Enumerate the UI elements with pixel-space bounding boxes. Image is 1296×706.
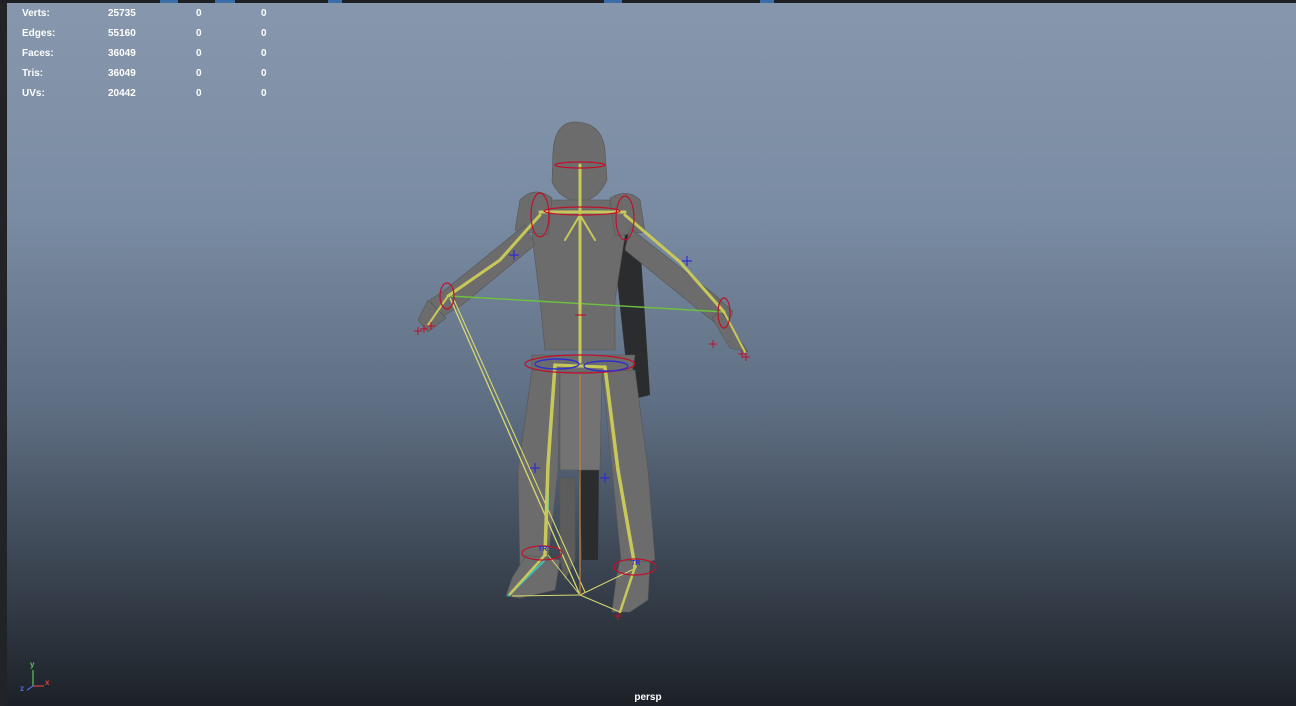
hud-selected-count: 0 [196, 48, 202, 59]
axis-x-label: x [45, 678, 50, 687]
hud-label: UVs: [22, 88, 45, 99]
hud-extra-count: 0 [261, 88, 267, 99]
camera-name-label: persp [634, 692, 662, 703]
hud-extra-count: 0 [261, 28, 267, 39]
hud-row: Verts: 25735 0 0 [22, 4, 292, 24]
hud-row: Faces: 36049 0 0 [22, 44, 292, 64]
hud-selected-count: 0 [196, 88, 202, 99]
hud-extra-count: 0 [261, 8, 267, 19]
axis-y-label: y [30, 660, 35, 669]
scene: TR TR [414, 121, 750, 620]
hud-label: Verts: [22, 8, 50, 19]
hud-row: Tris: 36049 0 0 [22, 64, 292, 84]
hud-row: UVs: 20442 0 0 [22, 84, 292, 104]
hud-row: Edges: 55160 0 0 [22, 24, 292, 44]
persp-viewport[interactable]: TR TR Verts: 25735 0 0 Edges: 55160 0 0 Faces: 36… [0, 0, 1296, 706]
hud-label: Faces: [22, 48, 54, 59]
hud-total-count: 55160 [108, 28, 136, 39]
svg-text:TR: TR [538, 546, 547, 553]
hud-label: Tris: [22, 68, 44, 79]
hud-total-count: 36049 [108, 68, 136, 79]
hud-selected-count: 0 [196, 8, 202, 19]
hud-total-count: 25735 [108, 8, 136, 19]
hud-selected-count: 0 [196, 68, 202, 79]
svg-text:TR: TR [631, 560, 640, 567]
hud-label: Edges: [22, 28, 56, 39]
hud-extra-count: 0 [261, 48, 267, 59]
hud-total-count: 36049 [108, 48, 136, 59]
hud-extra-count: 0 [261, 68, 267, 79]
hud-selected-count: 0 [196, 28, 202, 39]
view-axis-gizmo: y x z [18, 660, 58, 694]
heads-up-poly-count: Verts: 25735 0 0 Edges: 55160 0 0 Faces: 36049 0 0 T… [22, 4, 292, 104]
hud-total-count: 20442 [108, 88, 136, 99]
